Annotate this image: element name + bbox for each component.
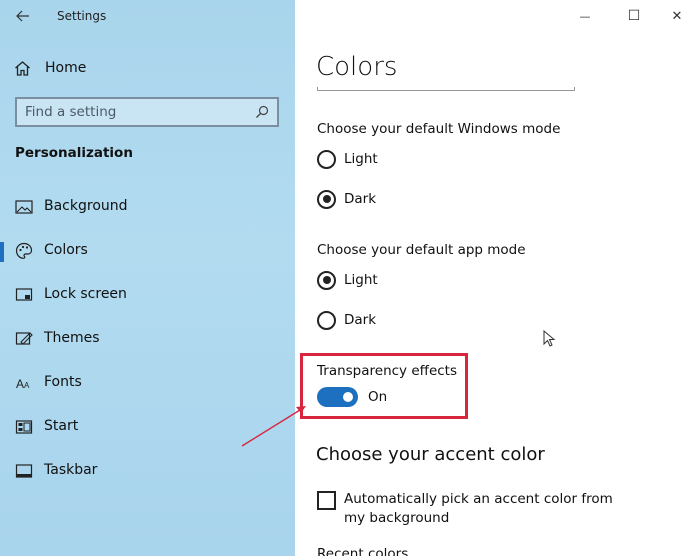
taskbar-icon	[15, 464, 33, 478]
recent-colors-label: Recent colors	[317, 546, 409, 556]
radio-circle[interactable]	[317, 149, 336, 169]
transparency-toggle[interactable]	[317, 387, 358, 407]
svg-text:A: A	[24, 381, 30, 390]
maximize-icon: ☐	[627, 8, 641, 24]
radio-label: Dark	[344, 312, 377, 328]
windows-mode-light-radio[interactable]: Light	[317, 149, 378, 169]
svg-text:A: A	[16, 377, 24, 391]
sidebar-item-home-label: Home	[45, 60, 87, 76]
sidebar-item-label: Themes	[44, 330, 100, 346]
search-input[interactable]	[25, 104, 255, 120]
accent-heading: Choose your accent color	[316, 444, 545, 465]
themes-icon	[15, 332, 33, 345]
radio-circle[interactable]	[317, 310, 336, 330]
sidebar-item-label: Background	[44, 198, 128, 214]
home-icon	[15, 60, 30, 76]
radio-label: Dark	[344, 191, 377, 207]
selected-indicator	[0, 242, 4, 262]
back-arrow-icon	[16, 10, 29, 22]
auto-accent-checkbox[interactable]	[317, 491, 336, 510]
sidebar-item-label: Taskbar	[44, 462, 98, 478]
window-title: Settings	[57, 9, 107, 23]
content-pane: — ☐ ✕ Colors Choose your default Windows…	[295, 0, 700, 556]
sidebar-item-taskbar[interactable]: Taskbar	[0, 453, 295, 489]
title-underline	[317, 87, 575, 91]
radio-circle[interactable]	[317, 189, 336, 209]
mouse-cursor-icon	[543, 330, 556, 347]
toggle-knob	[343, 392, 353, 402]
sidebar-item-label: Colors	[44, 242, 88, 258]
sidebar-item-lock-screen[interactable]: Lock screen	[0, 277, 295, 313]
minimize-icon: —	[579, 9, 591, 23]
transparency-label: Transparency effects	[317, 363, 457, 379]
windows-mode-label: Choose your default Windows mode	[317, 121, 561, 137]
sidebar-item-label: Lock screen	[44, 286, 127, 302]
section-title: Personalization	[15, 145, 133, 161]
sidebar-item-colors[interactable]: Colors	[0, 233, 295, 269]
page-title: Colors	[316, 52, 398, 82]
sidebar-item-home[interactable]: Home	[14, 58, 86, 78]
search-icon[interactable]	[255, 105, 269, 119]
windows-mode-dark-radio[interactable]: Dark	[317, 189, 376, 209]
back-button[interactable]	[12, 6, 34, 26]
app-mode-dark-radio[interactable]: Dark	[317, 310, 376, 330]
close-button[interactable]: ✕	[662, 4, 692, 28]
checkbox-label: Automatically pick an accent color from …	[344, 491, 613, 526]
minimize-button[interactable]: —	[570, 4, 600, 28]
fonts-icon: A A	[16, 377, 30, 391]
auto-accent-checkbox-row[interactable]: Automatically pick an accent color from …	[317, 490, 637, 528]
sidebar: Settings Home Personalization Background…	[0, 0, 295, 556]
sidebar-item-fonts[interactable]: A A Fonts	[0, 365, 295, 401]
radio-label: Light	[344, 151, 378, 167]
lock-screen-icon	[15, 288, 33, 301]
image-icon	[15, 200, 33, 214]
radio-label: Light	[344, 272, 378, 288]
sidebar-item-themes[interactable]: Themes	[0, 321, 295, 357]
sidebar-item-label: Fonts	[44, 374, 82, 390]
palette-icon	[15, 242, 33, 259]
search-box[interactable]	[15, 97, 279, 127]
app-mode-label: Choose your default app mode	[317, 242, 526, 258]
start-icon	[15, 420, 33, 434]
transparency-toggle-row[interactable]: On	[317, 387, 387, 407]
sidebar-item-start[interactable]: Start	[0, 409, 295, 445]
close-icon: ✕	[671, 8, 683, 24]
toggle-state-label: On	[368, 389, 388, 405]
maximize-button[interactable]: ☐	[619, 4, 649, 28]
radio-circle[interactable]	[317, 270, 336, 290]
sidebar-item-label: Start	[44, 418, 79, 434]
sidebar-item-background[interactable]: Background	[0, 189, 295, 225]
app-mode-light-radio[interactable]: Light	[317, 270, 378, 290]
